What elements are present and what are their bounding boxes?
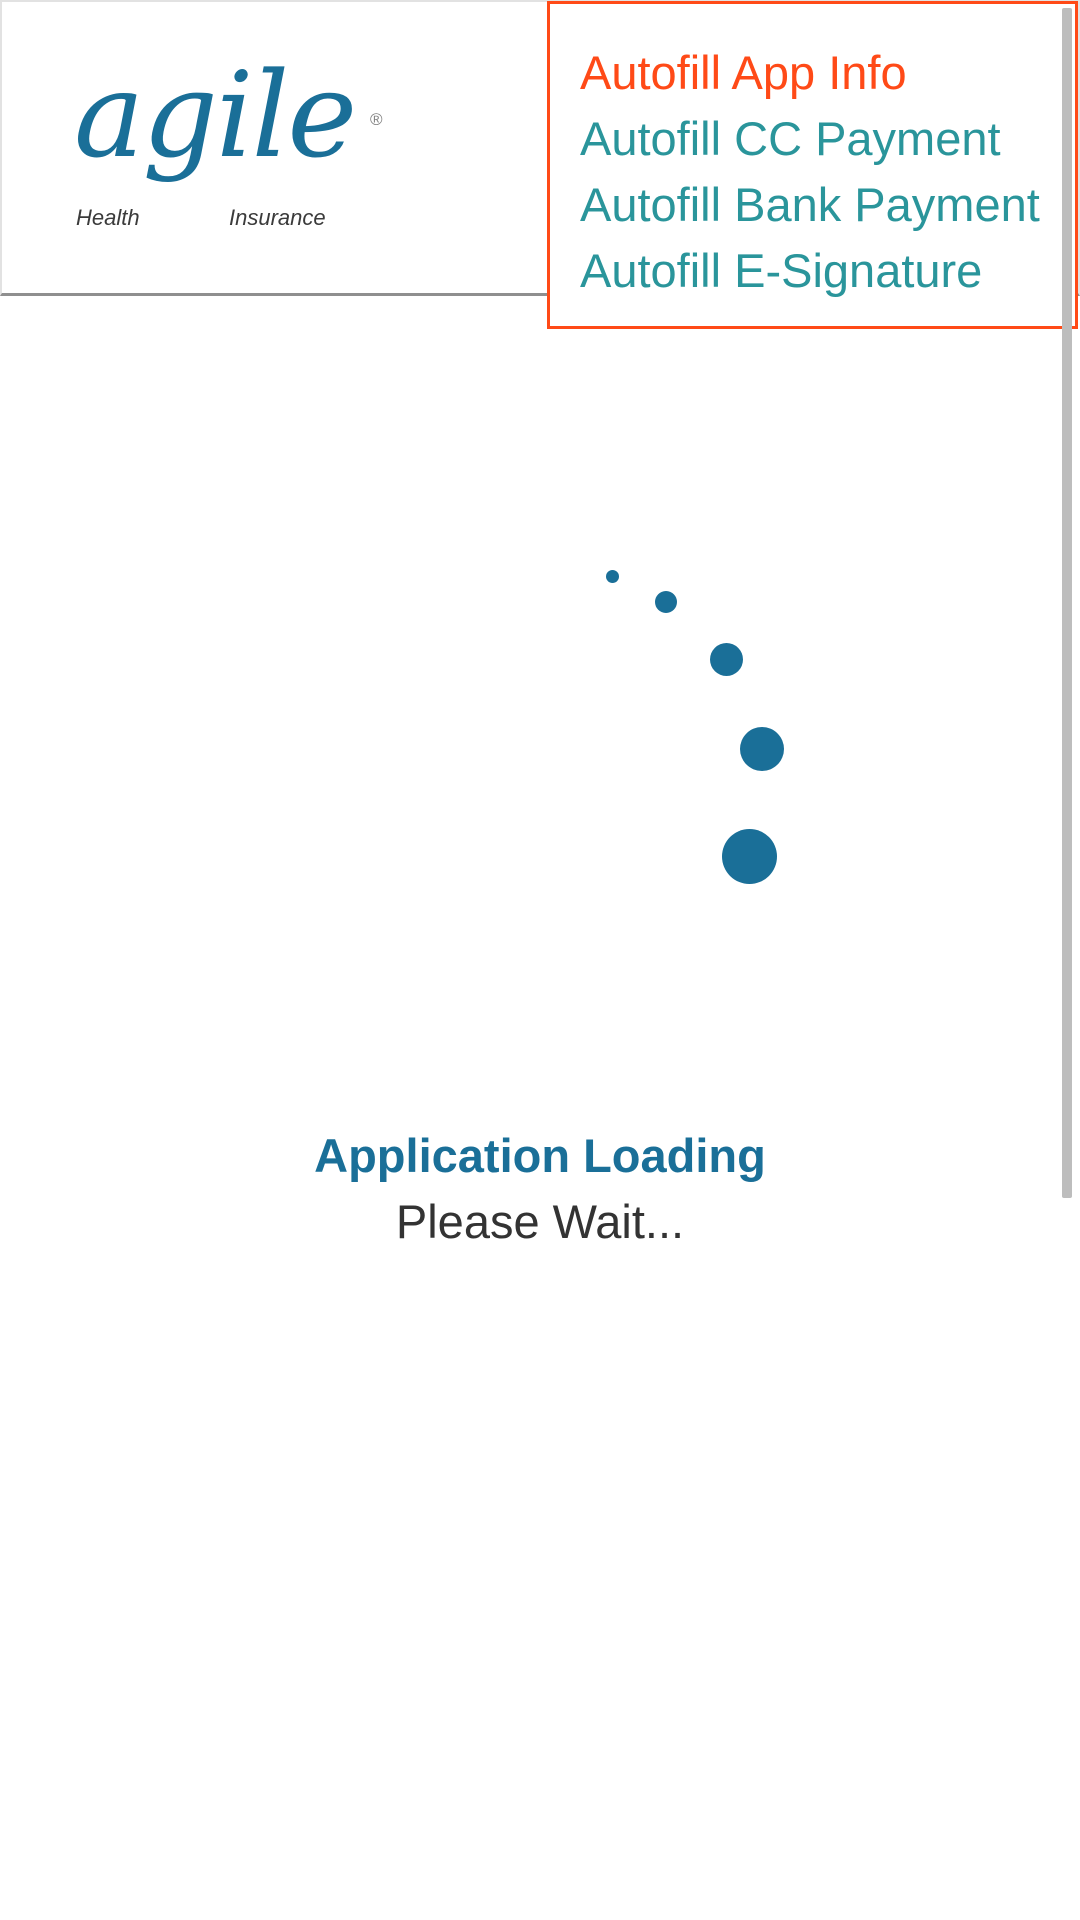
- loading-title: Application Loading: [314, 1129, 766, 1182]
- registered-trademark: ®: [370, 110, 383, 129]
- spinner-dot: [655, 591, 677, 613]
- spinner-dot: [710, 643, 743, 676]
- autofill-cc-payment-link[interactable]: Autofill CC Payment: [580, 106, 1075, 172]
- autofill-app-info-link[interactable]: Autofill App Info: [580, 40, 1075, 106]
- logo-wordmark: agile: [74, 46, 357, 184]
- spinner-dot: [722, 829, 777, 884]
- loading-subtitle: Please Wait...: [395, 1195, 685, 1248]
- logo-subtitle-insurance: Insurance: [229, 205, 326, 230]
- autofill-bank-payment-link[interactable]: Autofill Bank Payment: [580, 172, 1075, 238]
- spinner-dot: [606, 570, 619, 583]
- vertical-scrollbar[interactable]: [1062, 8, 1072, 1198]
- spinner-dot: [740, 727, 784, 771]
- autofill-e-signature-link[interactable]: Autofill E-Signature: [580, 238, 1075, 304]
- app-screen: agile ® Health Insurance Autofill App In…: [0, 0, 1080, 1920]
- autofill-menu: Autofill App Info Autofill CC Payment Au…: [547, 1, 1078, 329]
- agile-health-insurance-logo: agile ® Health Insurance: [74, 56, 394, 240]
- logo-subtitle-health: Health: [76, 205, 140, 230]
